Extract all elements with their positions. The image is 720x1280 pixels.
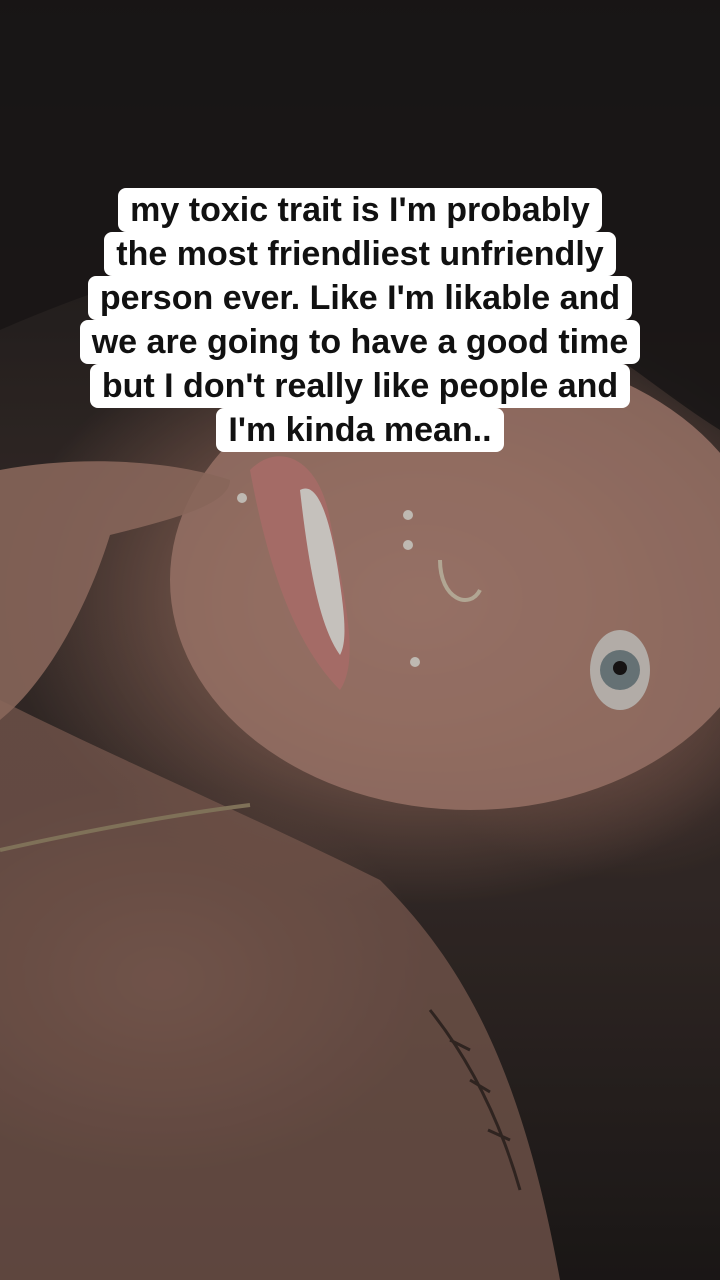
caption-line: we are going to have a good time (79, 320, 641, 364)
caption-line: I'm kinda mean.. (216, 408, 504, 452)
caption-line: but I don't really like people and (89, 364, 631, 408)
caption-line: person ever. Like I'm likable and (87, 276, 633, 320)
caption-line: the most friendliest unfriendly (104, 232, 616, 276)
video-frame[interactable]: my toxic trait is I'm probably the most … (0, 0, 720, 1280)
caption-overlay: my toxic trait is I'm probably the most … (0, 188, 720, 452)
caption-line: my toxic trait is I'm probably (118, 188, 602, 232)
